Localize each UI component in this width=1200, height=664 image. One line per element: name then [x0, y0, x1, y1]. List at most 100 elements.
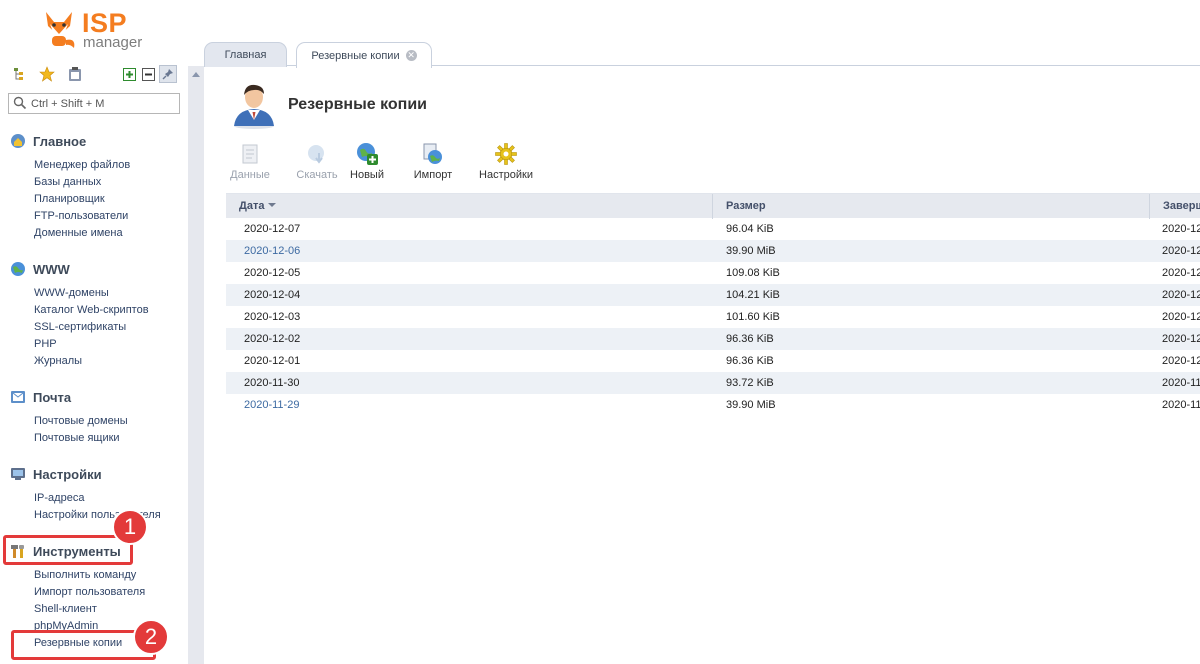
cell-date: 2020-12-07 [244, 223, 301, 235]
cell-completed: 2020-11 [1162, 377, 1200, 389]
sidebar-item-mailboxes[interactable]: Почтовые ящики [34, 430, 185, 447]
cell-date: 2020-12-05 [244, 267, 301, 279]
sidebar-item-php[interactable]: PHP [34, 336, 185, 353]
sidebar-item-ip-addresses[interactable]: IP-адреса [34, 490, 185, 507]
cell-completed: 2020-12 [1162, 355, 1200, 367]
data-button[interactable]: Данные [229, 142, 271, 184]
download-icon [305, 142, 329, 166]
column-header-completed[interactable]: Заверш [1150, 194, 1200, 219]
cell-size: 96.36 KiB [726, 333, 774, 345]
column-header-size[interactable]: Размер [713, 194, 1150, 219]
sidebar-item-mail-domains[interactable]: Почтовые домены [34, 413, 185, 430]
table-body: 2020-12-07 96.04 KiB 2020-12 2020-12-06 39.9… [226, 218, 1200, 416]
table-row[interactable]: 2020-12-01 96.36 KiB 2020-12 [226, 350, 1200, 372]
tab-bar: Главная Резервные копии ✕ [204, 40, 1200, 68]
table-header: Дата Размер Заверш [226, 193, 1200, 219]
cell-date: 2020-11-29 [244, 399, 300, 411]
highlight-box-tools [3, 535, 133, 565]
sidebar-toolbar [10, 65, 182, 84]
sidebar-item-user-settings[interactable]: Настройки пользователя [34, 507, 185, 524]
sidebar-section-main: Главное Менеджер файлов Базы данных План… [10, 132, 185, 242]
table-row[interactable]: 2020-12-07 96.04 KiB 2020-12 [226, 218, 1200, 240]
cell-completed: 2020-12 [1162, 333, 1200, 345]
table-row[interactable]: 2020-12-05 109.08 KiB 2020-12 [226, 262, 1200, 284]
sidebar-item-databases[interactable]: Базы данных [34, 174, 185, 191]
sidebar-item-ftp-users[interactable]: FTP-пользователи [34, 208, 185, 225]
sidebar-item-run-command[interactable]: Выполнить команду [34, 567, 185, 584]
home-icon [10, 133, 26, 149]
sidebar-item-logs[interactable]: Журналы [34, 353, 185, 370]
tab-home[interactable]: Главная [204, 42, 287, 67]
sidebar-item-scheduler[interactable]: Планировщик [34, 191, 185, 208]
menu-search[interactable] [8, 93, 180, 114]
section-header-settings[interactable]: Настройки [10, 465, 185, 483]
cell-date: 2020-12-06 [244, 245, 301, 257]
column-label: Размер [726, 200, 766, 212]
monitor-settings-icon [10, 466, 26, 482]
sidebar-item-shell-client[interactable]: Shell-клиент [34, 601, 185, 618]
table-row[interactable]: 2020-12-04 104.21 KiB 2020-12 [226, 284, 1200, 306]
button-label: Данные [230, 169, 270, 181]
cell-size: 101.60 KiB [726, 311, 780, 323]
sidebar-item-import-user[interactable]: Импорт пользователя [34, 584, 185, 601]
table-row[interactable]: 2020-12-03 101.60 KiB 2020-12 [226, 306, 1200, 328]
import-button[interactable]: Импорт [411, 142, 455, 184]
tab-label: Главная [224, 49, 267, 61]
section-title: Главное [33, 133, 87, 149]
cell-completed: 2020-12 [1162, 289, 1200, 301]
section-header-www[interactable]: WWW [10, 260, 185, 278]
table-row[interactable]: 2020-11-29 39.90 MiB 2020-11 [226, 394, 1200, 416]
cell-completed: 2020-12 [1162, 311, 1200, 323]
cell-size: 93.72 KiB [726, 377, 774, 389]
clipboard-icon[interactable] [67, 66, 83, 82]
step-badge-1: 1 [112, 509, 148, 545]
cell-size: 96.36 KiB [726, 355, 774, 367]
section-header-mail[interactable]: Почта [10, 388, 185, 406]
sidebar-item-www-domains[interactable]: WWW-домены [34, 285, 185, 302]
pin-icon[interactable] [159, 65, 177, 83]
globe-icon [10, 261, 26, 277]
new-icon [355, 142, 379, 166]
search-input[interactable] [31, 96, 176, 111]
sidebar-splitter[interactable] [188, 66, 204, 664]
cell-date: 2020-11-30 [244, 377, 300, 389]
logo-text-manager: manager [83, 34, 143, 51]
settings-gear-icon [494, 142, 518, 166]
column-header-date[interactable]: Дата [226, 194, 713, 219]
tab-backups[interactable]: Резервные копии ✕ [296, 42, 432, 68]
button-label: Импорт [413, 169, 453, 181]
table-row[interactable]: 2020-11-30 93.72 KiB 2020-11 [226, 372, 1200, 394]
table-row[interactable]: 2020-12-06 39.90 MiB 2020-12 [226, 240, 1200, 262]
close-icon[interactable]: ✕ [405, 50, 417, 61]
settings-button[interactable]: Настройки [478, 142, 534, 184]
cell-completed: 2020-12 [1162, 245, 1200, 257]
column-label: Дата [239, 200, 265, 212]
favorites-star-icon[interactable] [39, 66, 55, 82]
download-button[interactable]: Скачать [295, 142, 339, 184]
collapse-all-icon[interactable] [140, 66, 156, 82]
cell-size: 39.90 MiB [726, 399, 776, 411]
new-button[interactable]: Новый [347, 142, 387, 184]
sidebar: ISP manager Главное [0, 0, 188, 664]
user-avatar-icon [234, 84, 274, 129]
cell-date: 2020-12-03 [244, 311, 301, 323]
section-header-main[interactable]: Главное [10, 132, 185, 150]
button-label: Скачать [296, 169, 338, 181]
expand-all-icon[interactable] [121, 66, 137, 82]
backups-table: Дата Размер Заверш 2020-12-0796.04 KiB20… [226, 193, 1200, 416]
table-row[interactable]: 2020-12-02 96.36 KiB 2020-12 [226, 328, 1200, 350]
section-title: Настройки [33, 466, 102, 482]
sidebar-item-web-scripts[interactable]: Каталог Web-скриптов [34, 302, 185, 319]
tree-view-icon[interactable] [12, 66, 28, 82]
section-title: WWW [33, 261, 70, 277]
section-title: Почта [33, 389, 72, 405]
sidebar-item-domain-names[interactable]: Доменные имена [34, 225, 185, 242]
cell-size: 39.90 MiB [726, 245, 776, 257]
sidebar-item-file-manager[interactable]: Менеджер файлов [34, 157, 185, 174]
cell-completed: 2020-12 [1162, 223, 1200, 235]
button-label: Настройки [479, 169, 533, 181]
cell-size: 104.21 KiB [726, 289, 780, 301]
isp-manager-logo[interactable]: ISP manager [40, 8, 160, 52]
collapse-arrow-icon[interactable] [192, 72, 200, 77]
sidebar-item-ssl-certificates[interactable]: SSL-сертификаты [34, 319, 185, 336]
